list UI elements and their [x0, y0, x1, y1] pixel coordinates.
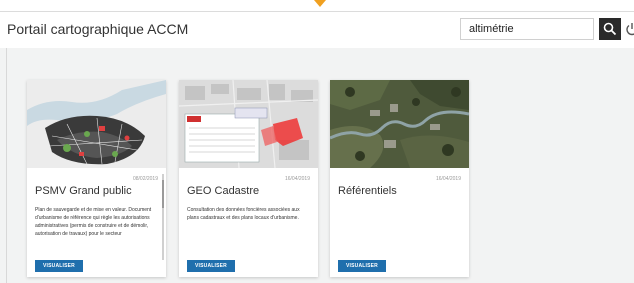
content-left-border: [6, 48, 7, 283]
card-description: Consultation des données foncières assoc…: [187, 207, 300, 221]
card-title: PSMV Grand public: [35, 185, 132, 197]
visualiser-button[interactable]: VISUALISER: [187, 260, 235, 272]
card-referentiels[interactable]: 16/04/2019 Référentiels VISUALISER: [330, 80, 469, 277]
card-psmv[interactable]: 08/02/2019 PSMV Grand public Plan de sau…: [27, 80, 166, 277]
card-geo-cadastre[interactable]: 16/04/2019 GEO Cadastre Consultation des…: [179, 80, 318, 277]
top-marker-triangle: [314, 0, 326, 7]
aerial-thumbnail-referentiels: [330, 80, 469, 168]
card-date: 16/04/2019: [284, 176, 310, 182]
card-scrollbar-thumb[interactable]: [162, 180, 164, 208]
map-thumbnail-cadastre: [179, 80, 318, 168]
power-icon[interactable]: [625, 22, 634, 36]
card-date: 16/04/2019: [435, 176, 461, 182]
card-description: Plan de sauvegarde et de mise en valeur.…: [35, 207, 152, 237]
visualiser-button[interactable]: VISUALISER: [338, 260, 386, 272]
search-icon: [603, 22, 617, 36]
search-button[interactable]: [599, 18, 621, 40]
card-title: GEO Cadastre: [187, 185, 260, 197]
app-header: Portail cartographique ACCM: [0, 11, 634, 49]
visualiser-button[interactable]: VISUALISER: [35, 260, 83, 272]
card-date: 08/02/2019: [132, 176, 158, 182]
card-title: Référentiels: [338, 185, 397, 197]
search-input[interactable]: [460, 18, 594, 40]
app-title: Portail cartographique ACCM: [7, 21, 189, 37]
map-thumbnail-psmv: [27, 80, 166, 168]
